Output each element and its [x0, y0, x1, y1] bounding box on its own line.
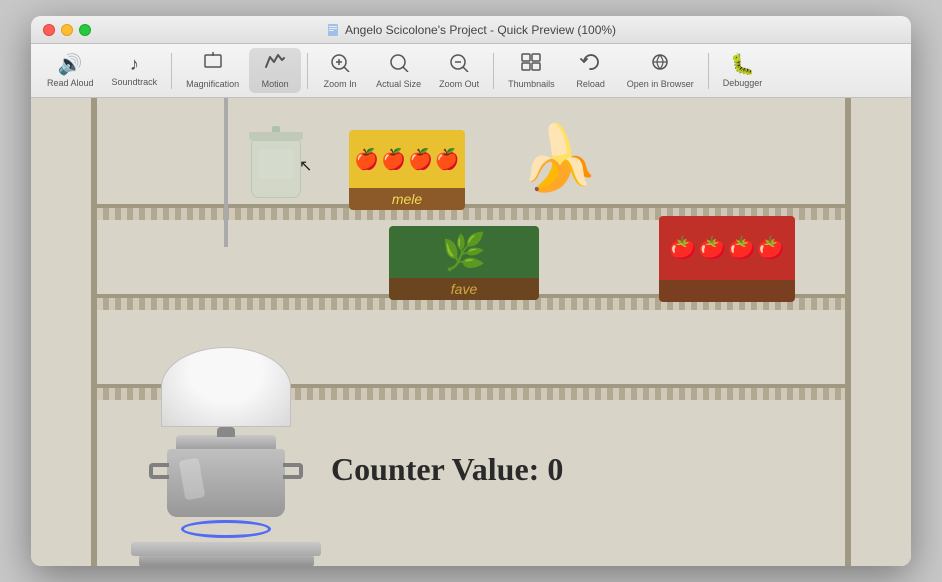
- flame-area: [181, 520, 271, 538]
- tomato-emoji-1: 🍅: [669, 235, 696, 261]
- toolbar-soundtrack[interactable]: ♪ Soundtrack: [104, 50, 166, 91]
- apple-box-label: mele: [392, 191, 422, 207]
- counter-display: Counter Value: 0: [331, 451, 563, 488]
- debugger-label: Debugger: [723, 78, 763, 88]
- pot-handle-right: [283, 463, 303, 479]
- scene[interactable]: ↖ 🍎 🍎 🍎 🍎 mele 🍌 🌿: [31, 98, 911, 566]
- apple-emoji-3: 🍎: [408, 147, 433, 172]
- traffic-lights: [43, 24, 91, 36]
- toolbar-zoom-in[interactable]: Zoom In: [314, 48, 366, 93]
- toolbar-actual-size[interactable]: Actual Size: [368, 48, 429, 93]
- banana-emoji: 🍌: [519, 122, 599, 194]
- soundtrack-icon: ♪: [130, 54, 139, 76]
- stove-top: [131, 542, 321, 556]
- pot-lid-handle: [217, 427, 235, 437]
- pot-handle-left: [149, 463, 169, 479]
- motion-label: Motion: [262, 79, 289, 89]
- toolbar-thumbnails[interactable]: Thumbnails: [500, 48, 563, 93]
- apple-emoji-4: 🍎: [435, 147, 460, 172]
- pot-highlight: [179, 458, 206, 501]
- banana-item[interactable]: 🍌: [519, 126, 599, 190]
- lamp-cord: [224, 98, 228, 247]
- apple-box[interactable]: 🍎 🍎 🍎 🍎 mele: [349, 130, 465, 210]
- window-title: Angelo Scicolone's Project - Quick Previ…: [326, 23, 616, 37]
- tomato-emoji-4: 🍅: [757, 235, 784, 261]
- counter-value: Counter Value: 0: [331, 451, 563, 487]
- debugger-icon: 🐛: [730, 53, 755, 77]
- zoom-in-icon: [329, 52, 351, 78]
- magnification-icon: [202, 52, 224, 78]
- close-button[interactable]: [43, 24, 55, 36]
- document-icon: [326, 23, 340, 37]
- minimize-button[interactable]: [61, 24, 73, 36]
- toolbar-magnification[interactable]: Magnification: [178, 48, 247, 93]
- actual-size-icon: [388, 52, 410, 78]
- reload-label: Reload: [576, 79, 605, 89]
- beans-box[interactable]: 🌿 fave: [389, 226, 539, 300]
- soundtrack-label: Soundtrack: [112, 77, 158, 87]
- separator-1: [171, 53, 172, 89]
- lamp-shade: [161, 347, 291, 427]
- separator-2: [307, 53, 308, 89]
- read-aloud-label: Read Aloud: [47, 78, 94, 88]
- tomato-emoji-3: 🍅: [728, 235, 755, 261]
- pot-body: [167, 449, 285, 517]
- magnification-label: Magnification: [186, 79, 239, 89]
- toolbar-open-in-browser[interactable]: Open in Browser: [619, 48, 702, 93]
- flame-ring: [181, 520, 271, 538]
- toolbar-debugger[interactable]: 🐛 Debugger: [715, 49, 771, 92]
- tomatoes-box[interactable]: 🍅 🍅 🍅 🍅: [659, 216, 795, 302]
- apple-emoji-2: 🍎: [381, 147, 406, 172]
- separator-3: [493, 53, 494, 89]
- actual-size-label: Actual Size: [376, 79, 421, 89]
- reload-icon: [580, 52, 602, 78]
- pot-lid: [176, 435, 276, 449]
- thumbnails-icon: [520, 52, 542, 78]
- separator-4: [708, 53, 709, 89]
- zoom-out-label: Zoom Out: [439, 79, 479, 89]
- beans-box-label: fave: [451, 281, 477, 297]
- thumbnails-label: Thumbnails: [508, 79, 555, 89]
- toolbar-read-aloud[interactable]: 🔊 Read Aloud: [39, 49, 102, 92]
- apple-emoji: 🍎: [354, 147, 379, 172]
- read-aloud-icon: 🔊: [58, 53, 83, 77]
- maximize-button[interactable]: [79, 24, 91, 36]
- toolbar-motion[interactable]: Motion: [249, 48, 301, 93]
- tomato-emoji-2: 🍅: [699, 235, 726, 261]
- toolbar-zoom-out[interactable]: Zoom Out: [431, 48, 487, 93]
- shelf-line-1: [91, 204, 851, 208]
- main-window: Angelo Scicolone's Project - Quick Previ…: [31, 16, 911, 566]
- zoom-out-icon: [448, 52, 470, 78]
- open-in-browser-label: Open in Browser: [627, 79, 694, 89]
- beans-emoji: 🌿: [442, 231, 487, 273]
- cooking-station: [131, 347, 321, 566]
- motion-icon: [264, 52, 286, 78]
- zoom-in-label: Zoom In: [324, 79, 357, 89]
- open-in-browser-icon: [649, 52, 671, 78]
- shelf-left-wall: [91, 98, 97, 566]
- shelf-right-wall: [845, 98, 851, 566]
- jar-item[interactable]: [249, 126, 303, 198]
- stove-body: [139, 556, 314, 566]
- pot-assembly: [131, 427, 321, 566]
- cursor-indicator: ↖: [299, 156, 312, 176]
- content-area: ↖ 🍎 🍎 🍎 🍎 mele 🍌 🌿: [31, 98, 911, 566]
- toolbar-reload[interactable]: Reload: [565, 48, 617, 93]
- titlebar: Angelo Scicolone's Project - Quick Previ…: [31, 16, 911, 44]
- toolbar: 🔊 Read Aloud ♪ Soundtrack Magnification …: [31, 44, 911, 98]
